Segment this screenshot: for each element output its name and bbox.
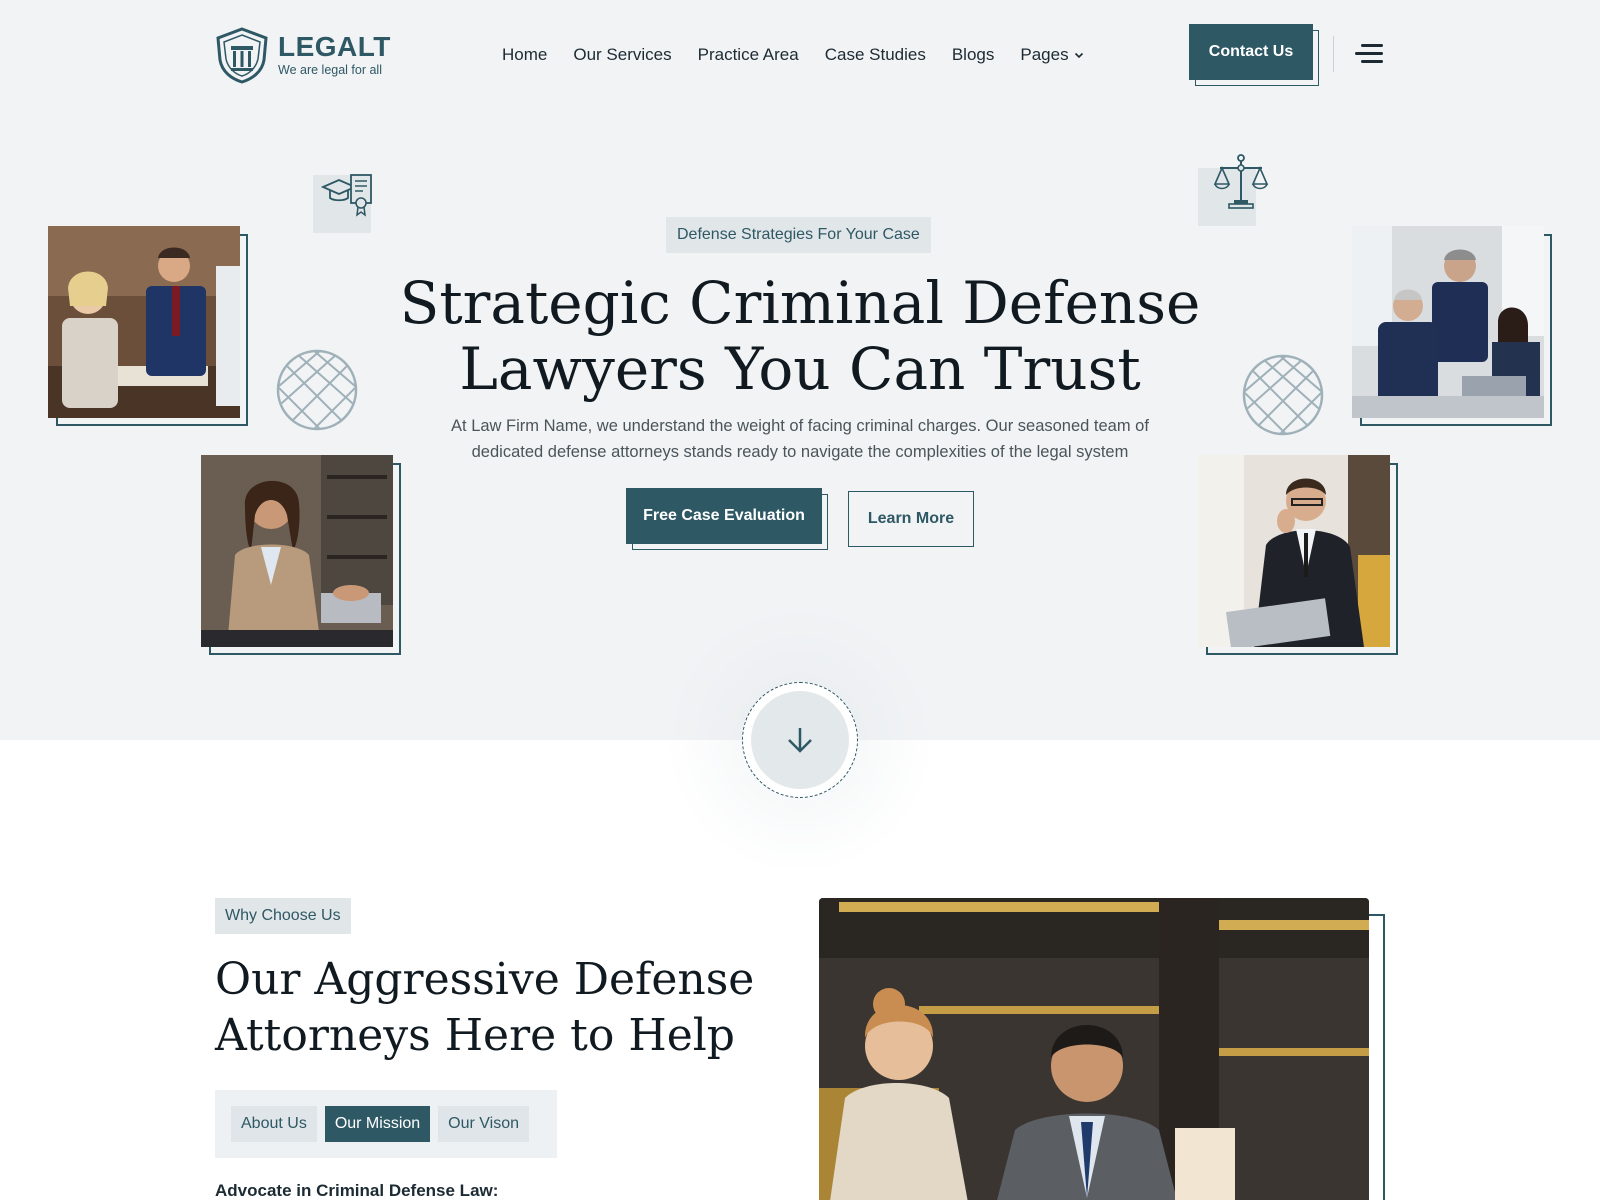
free-case-evaluation-wrap: Free Case Evaluation <box>626 488 828 550</box>
nav-pages-dropdown[interactable]: Pages <box>1020 44 1083 66</box>
why-choose-us-badge: Why Choose Us <box>215 898 351 934</box>
contact-button-wrap: Contact Us <box>1189 24 1319 86</box>
hero-title-line2: Lawyers You Can Trust <box>459 335 1141 403</box>
tab-our-mission[interactable]: Our Mission <box>324 1106 431 1142</box>
tab-about-us[interactable]: About Us <box>231 1106 317 1142</box>
why-title-line1: Our Aggressive Defense <box>215 954 755 1005</box>
brand-name: LEGALT <box>278 31 391 62</box>
photo-attorneys-office <box>819 898 1385 1200</box>
free-case-evaluation-button[interactable]: Free Case Evaluation <box>626 488 822 544</box>
main-nav: Home Our Services Practice Area Case Stu… <box>502 44 1084 66</box>
photo-lawyer-meeting <box>48 226 248 426</box>
hero-description: At Law Firm Name, we understand the weig… <box>451 417 1149 461</box>
hamburger-menu-icon[interactable] <box>1355 42 1383 66</box>
arrow-down-icon <box>788 728 812 753</box>
brand-logo[interactable]: LEGALT We are legal for all <box>214 26 391 84</box>
hero-title: Strategic Criminal Defense Lawyers You C… <box>300 270 1300 402</box>
shield-logo-icon <box>216 27 268 84</box>
nav-our-services[interactable]: Our Services <box>573 44 671 66</box>
scroll-down-inner <box>751 691 849 789</box>
nav-practice-area[interactable]: Practice Area <box>698 44 799 66</box>
nav-blogs[interactable]: Blogs <box>952 44 995 66</box>
learn-more-button[interactable]: Learn More <box>848 491 974 547</box>
brand-tagline: We are legal for all <box>278 63 382 77</box>
photo-lawyers-laptop-review <box>1352 226 1552 426</box>
graduation-certificate-icon <box>321 174 372 217</box>
nav-pages-label: Pages <box>1020 45 1069 64</box>
chevron-down-icon <box>1074 52 1083 59</box>
photo-lawyer-handshake <box>201 455 401 655</box>
justice-icon-tile <box>1198 154 1269 226</box>
nav-case-studies[interactable]: Case Studies <box>825 44 926 66</box>
advocate-subheading: Advocate in Criminal Defense Law: <box>215 1181 499 1200</box>
why-title-line2: Attorneys Here to Help <box>215 1010 735 1061</box>
hero-badge: Defense Strategies For Your Case <box>666 217 931 253</box>
hero-title-line1: Strategic Criminal Defense <box>399 269 1201 337</box>
contact-us-button[interactable]: Contact Us <box>1189 24 1313 80</box>
scales-of-justice-icon <box>1213 154 1269 209</box>
why-tabs: About Us Our Mission Our Vison <box>215 1090 557 1158</box>
photo-lawyer-phone-call <box>1198 455 1398 655</box>
why-title: Our Aggressive Defense Attorneys Here to… <box>215 952 795 1064</box>
education-icon-tile <box>313 174 372 233</box>
tab-our-vision[interactable]: Our Vison <box>438 1106 530 1142</box>
header-divider <box>1333 36 1334 72</box>
nav-home[interactable]: Home <box>502 44 547 66</box>
scroll-down-button[interactable] <box>742 682 858 798</box>
